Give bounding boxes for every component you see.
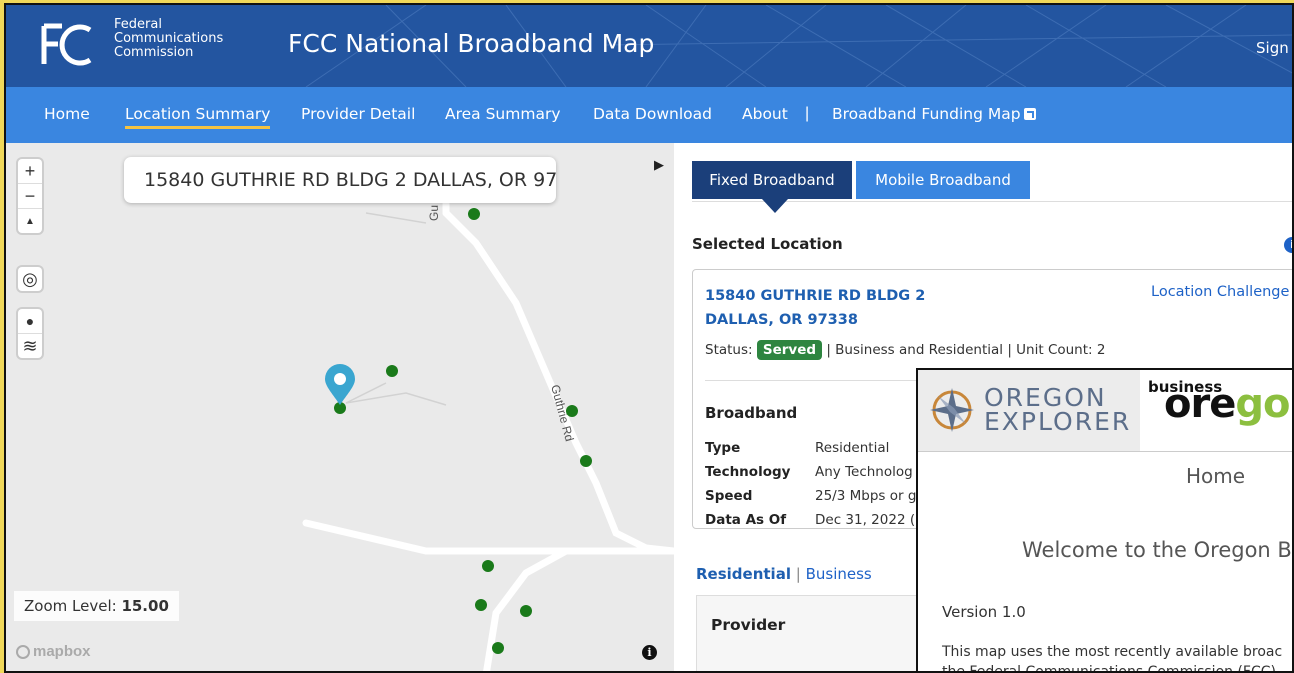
row-value: Dec 31, 2022 (L	[815, 512, 923, 528]
site-header: Federal Communications Commission FCC Na…	[6, 5, 1292, 87]
oregon-explorer-window: OREGON EXPLORER business orego Home Welc…	[916, 368, 1294, 673]
zoom-level-label: Zoom Level:	[24, 597, 122, 615]
active-tab-caret	[762, 199, 788, 213]
oregon-explorer-header: OREGON EXPLORER business orego	[918, 370, 1292, 452]
layers-icon[interactable]: ≋	[18, 334, 42, 358]
location-dot[interactable]	[386, 365, 398, 377]
location-dot[interactable]	[475, 599, 487, 611]
location-dot[interactable]	[566, 405, 578, 417]
biz-big-a: ore	[1164, 381, 1236, 427]
external-link-icon	[1023, 108, 1036, 120]
mapbox-logo[interactable]: mapbox	[16, 643, 91, 660]
locate-icon[interactable]: ◎	[18, 267, 42, 291]
locate-control: ◎	[18, 267, 42, 291]
business-oregon-large: orego	[1164, 381, 1290, 427]
biz-big-b: go	[1235, 381, 1290, 427]
nav-funding-label: Broadband Funding Map	[832, 105, 1021, 123]
nav-area-summary[interactable]: Area Summary	[445, 105, 561, 123]
oregon-home-link[interactable]: Home	[1186, 464, 1245, 488]
address-line-1: 15840 GUTHRIE RD BLDG 2	[705, 288, 926, 304]
address-line-2: DALLAS, OR 97338	[705, 312, 858, 328]
agency-line-3: Commission	[114, 45, 194, 60]
nav-location-summary[interactable]: Location Summary	[125, 105, 271, 129]
sub-tab-separator: |	[795, 565, 801, 583]
map-info-icon[interactable]: i	[642, 645, 657, 660]
row-value[interactable]: 25/3 Mbps or g	[815, 488, 916, 504]
main-nav: Home Location Summary Provider Detail Ar…	[6, 87, 1292, 143]
broadband-row-technology: Technology Any Technolog	[705, 464, 913, 480]
location-dot[interactable]	[468, 208, 480, 220]
desc-line-1: This map uses the most recently availabl…	[942, 644, 1283, 660]
broadband-row-data-as-of: Data As Of Dec 31, 2022 (L	[705, 512, 923, 528]
row-value[interactable]: Any Technolog	[815, 464, 913, 480]
nav-separator: |	[805, 105, 810, 122]
broadband-heading: Broadband	[705, 404, 798, 422]
agency-line-1: Federal	[114, 17, 162, 32]
business-oregon-logo[interactable]: business orego	[1140, 370, 1292, 451]
info-icon[interactable]: i	[1284, 237, 1292, 253]
selected-location-pin[interactable]	[325, 364, 355, 405]
status-line: Status: Served | Business and Residentia…	[705, 340, 1106, 360]
status-badge: Served	[756, 340, 823, 360]
sign-in-link[interactable]: Sign I	[1256, 39, 1292, 57]
provider-type-tabs: Residential | Business	[696, 565, 872, 583]
nav-about[interactable]: About	[742, 105, 788, 123]
map-view[interactable]: Gu Guthrie Rd + − ▲ ◎ ● ≋ 15840 GUTHRIE …	[6, 143, 674, 671]
location-address[interactable]: 15840 GUTHRIE RD BLDG 2 DALLAS, OR 97338	[705, 284, 925, 332]
row-key: Speed	[705, 488, 753, 504]
address-search-input[interactable]: 15840 GUTHRIE RD BLDG 2 DALLAS, OR 97	[124, 157, 556, 203]
oregon-description: This map uses the most recently availabl…	[942, 642, 1283, 673]
provider-column-header[interactable]: Provider	[711, 616, 785, 634]
agency-name: Federal Communications Commission	[114, 18, 223, 60]
location-dot[interactable]	[520, 605, 532, 617]
broadband-row-speed: Speed 25/3 Mbps or g	[705, 488, 916, 504]
layer-controls: ● ≋	[18, 309, 42, 358]
tab-residential[interactable]: Residential	[696, 565, 791, 583]
nav-funding-map[interactable]: Broadband Funding Map	[832, 105, 1036, 123]
row-key: Technology	[705, 464, 791, 480]
location-dot[interactable]	[482, 560, 494, 572]
nav-data-download[interactable]: Data Download	[593, 105, 712, 123]
location-challenge-link[interactable]: Location Challenge	[1151, 284, 1289, 300]
status-details: | Business and Residential | Unit Count:…	[826, 342, 1106, 358]
zoom-in-button[interactable]: +	[18, 159, 42, 184]
oregon-welcome-heading: Welcome to the Oregon Br	[1022, 538, 1294, 562]
fcc-logo[interactable]	[40, 22, 94, 68]
nav-home[interactable]: Home	[44, 105, 90, 123]
broadband-row-type: Type Residential	[705, 440, 889, 456]
zoom-level-value: 15.00	[121, 597, 169, 615]
row-key: Data As Of	[705, 512, 787, 528]
oregon-version: Version 1.0	[942, 603, 1026, 621]
tab-business[interactable]: Business	[806, 565, 872, 583]
screenshot-frame: Federal Communications Commission FCC Na…	[4, 3, 1294, 673]
zoom-controls: + − ▲	[18, 159, 42, 233]
compass-button[interactable]: ▲	[18, 209, 42, 233]
tab-mobile-broadband[interactable]: Mobile Broadband	[856, 161, 1030, 199]
agency-line-2: Communications	[114, 31, 224, 46]
selected-location-heading: Selected Location	[692, 235, 843, 253]
nav-provider-detail[interactable]: Provider Detail	[301, 105, 415, 123]
mapbox-attribution: mapbox	[33, 643, 91, 660]
globe-icon[interactable]: ●	[18, 309, 42, 334]
tab-fixed-broadband[interactable]: Fixed Broadband	[692, 161, 852, 199]
mapbox-icon	[16, 644, 30, 659]
status-label: Status:	[705, 342, 753, 358]
zoom-level-display: Zoom Level: 15.00	[14, 591, 179, 621]
oregon-explorer-logo[interactable]: OREGON EXPLORER	[918, 370, 1140, 451]
row-value: Residential	[815, 440, 890, 456]
collapse-panel-icon[interactable]: ▶	[654, 157, 664, 173]
oregon-explorer-brand: OREGON EXPLORER	[984, 385, 1132, 436]
location-dot[interactable]	[580, 455, 592, 467]
road-label-1: Gu	[427, 205, 441, 221]
row-key: Type	[705, 440, 741, 456]
location-dot[interactable]	[492, 642, 504, 654]
app-title[interactable]: FCC National Broadband Map	[288, 29, 654, 58]
zoom-out-button[interactable]: −	[18, 184, 42, 209]
desc-line-2: the Federal Communications Commission (F…	[942, 664, 1276, 673]
compass-icon	[930, 388, 974, 432]
brand-line-2: EXPLORER	[984, 407, 1132, 436]
